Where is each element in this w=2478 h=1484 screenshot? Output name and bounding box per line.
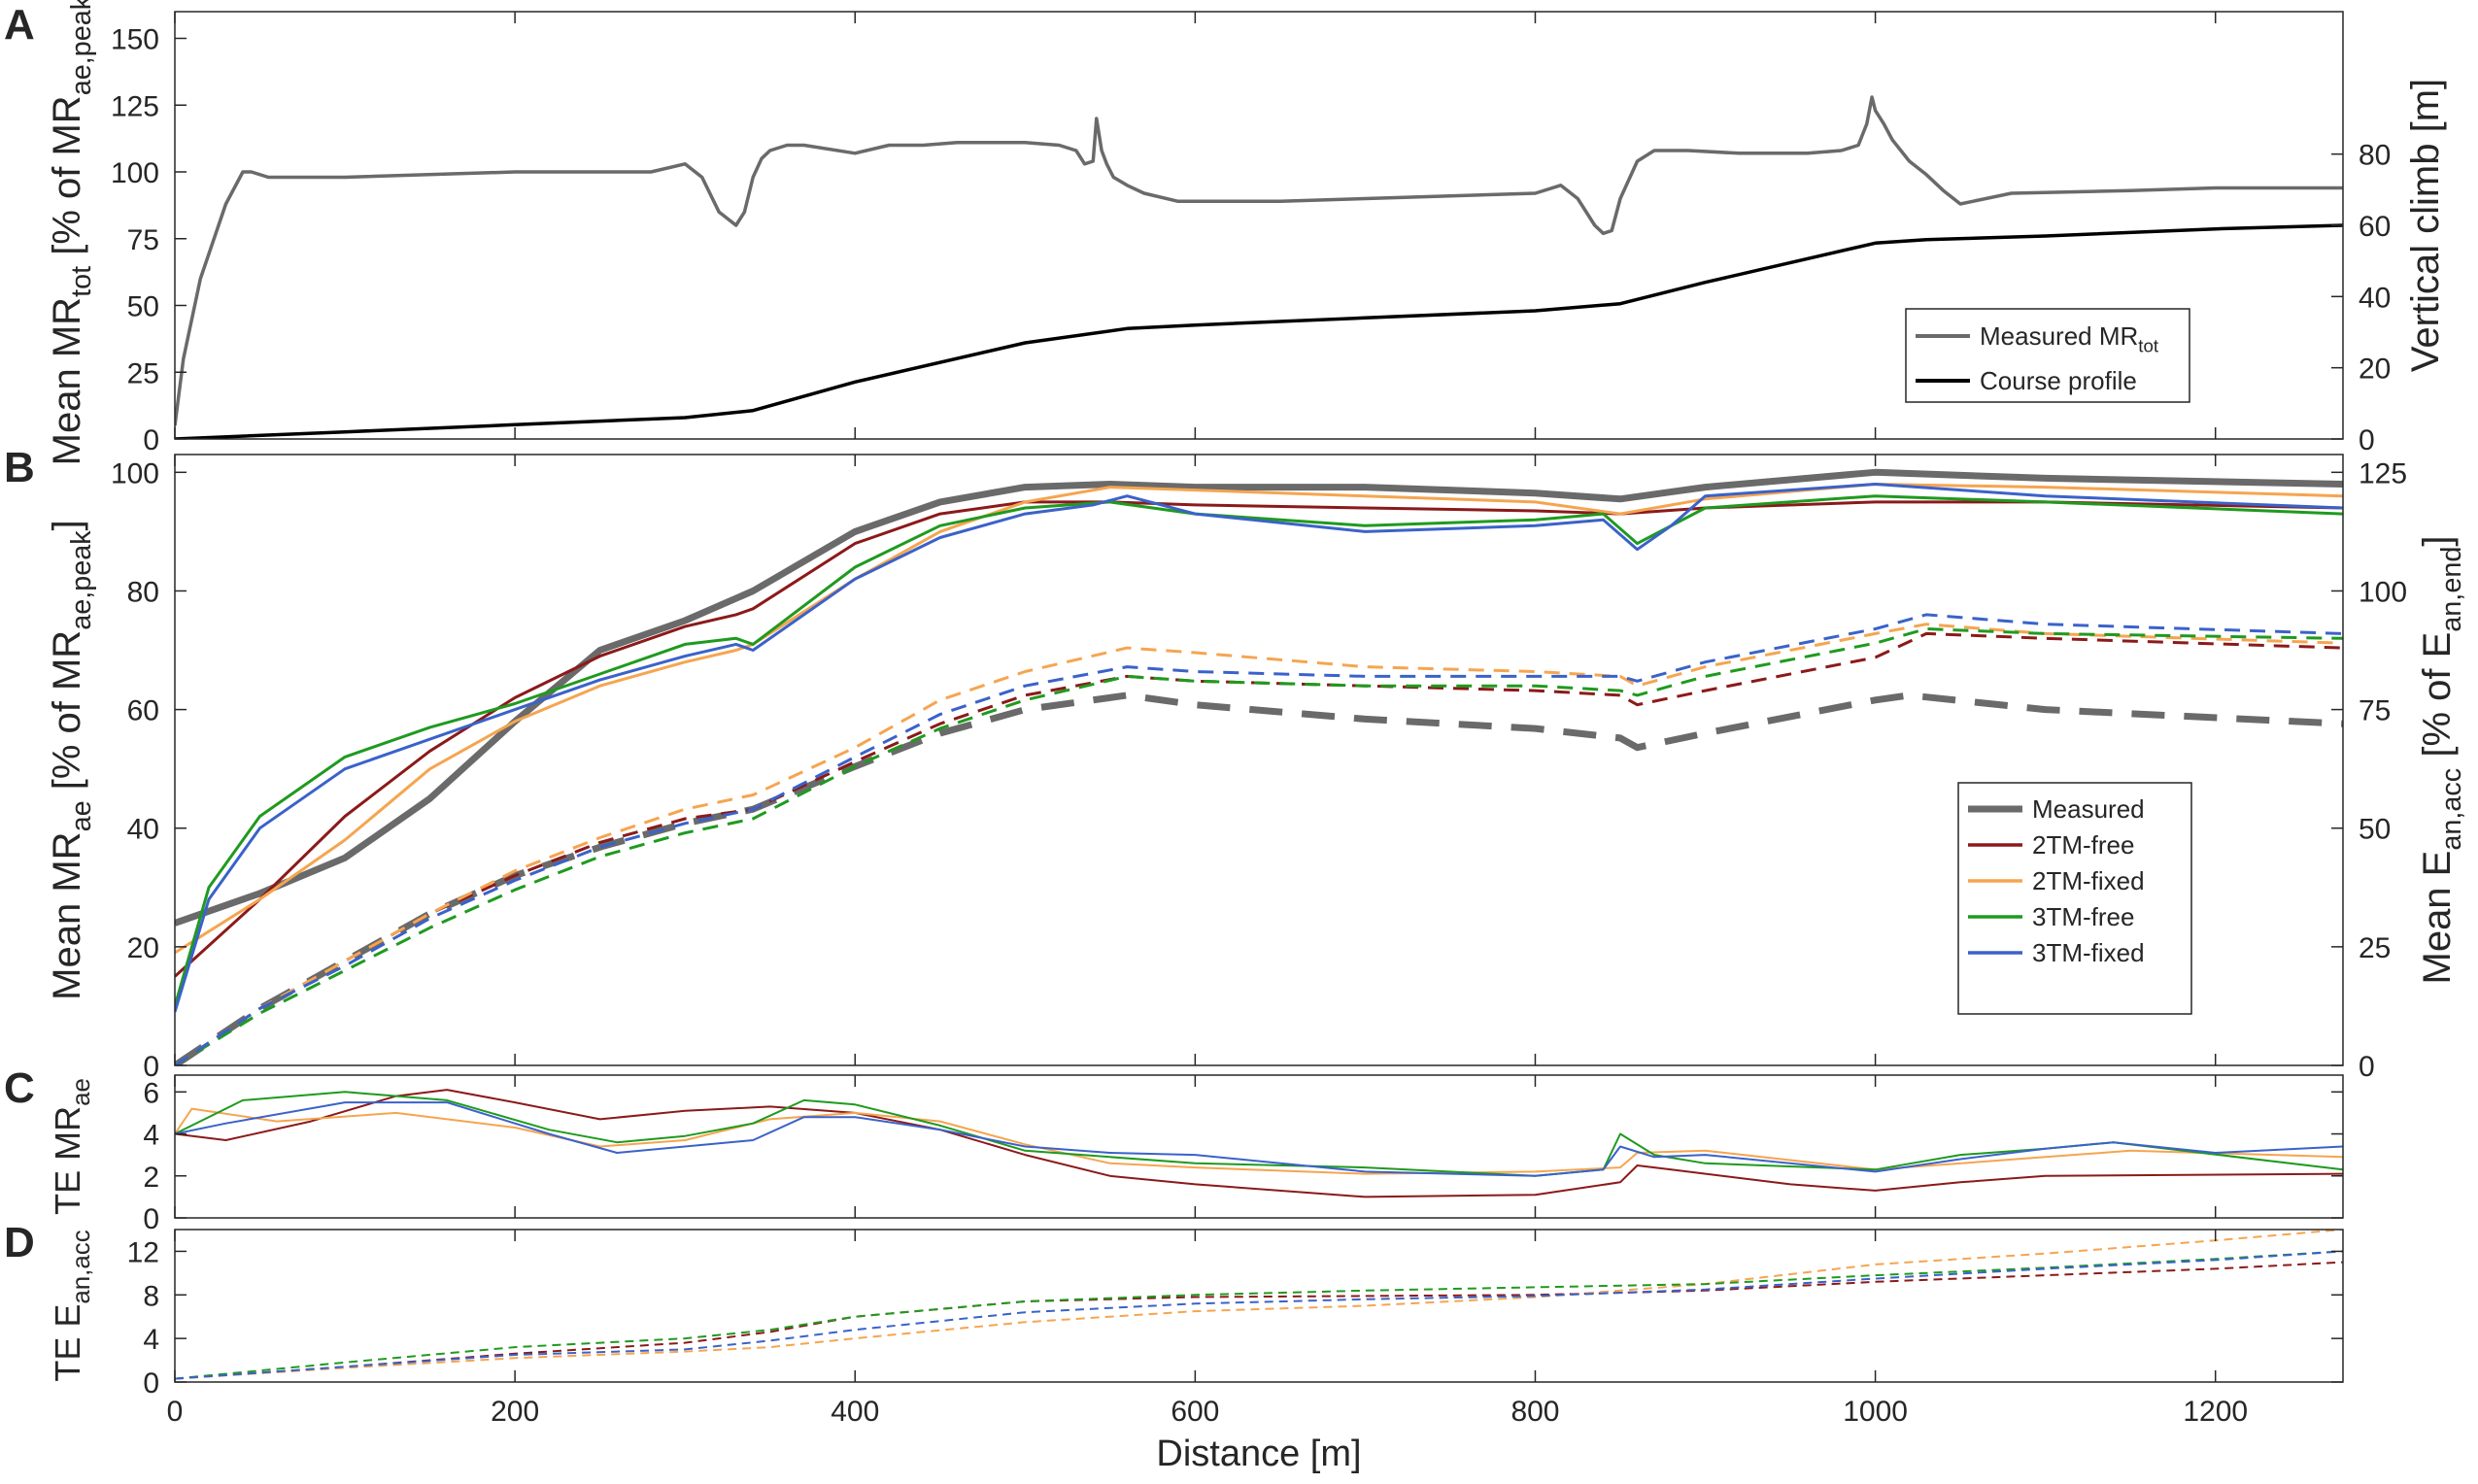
xtick-label: 800 xyxy=(1511,1396,1559,1428)
ytick-label: 0 xyxy=(143,1367,159,1400)
y-axis-label-left: TE MRae xyxy=(48,1078,95,1215)
ytick-label: 4 xyxy=(143,1324,159,1356)
ytick-label: 6 xyxy=(143,1077,159,1109)
ytick-label-right: 80 xyxy=(2359,140,2391,172)
y-axis-label-left: Mean MRae [% of MRae,peak] xyxy=(46,520,97,1000)
y-axis-label-left: Mean MRtot [% of MRae,peak] xyxy=(46,0,97,465)
series-group xyxy=(175,1089,2343,1198)
ytick-label: 50 xyxy=(127,291,159,323)
ytick-label: 8 xyxy=(143,1280,159,1312)
y-axis-label-right: Mean Ean,acc [% of Ean,end] xyxy=(2416,536,2467,985)
legend-entry: 2TM-fixed xyxy=(2032,866,2145,895)
ytick-label: 0 xyxy=(143,1203,159,1235)
ytick-label: 100 xyxy=(111,457,159,489)
xtick-label: 1200 xyxy=(2183,1396,2248,1428)
ytick-label: 12 xyxy=(127,1236,159,1268)
ytick-label: 75 xyxy=(127,224,159,256)
legend-entry: Course profile xyxy=(1980,366,2137,395)
legend-entry: 2TM-free xyxy=(2032,830,2134,860)
xtick-label: 600 xyxy=(1171,1396,1219,1428)
panel-B: 0204060801000255075100125BMean MRae [% o… xyxy=(4,444,2467,1083)
legend-entry: 3TM-free xyxy=(2032,902,2134,931)
ytick-label-right: 50 xyxy=(2359,814,2391,846)
axes-frame xyxy=(174,1074,2344,1219)
xtick-label: 0 xyxy=(167,1396,184,1428)
series-line-C-0 xyxy=(175,1089,2343,1198)
ytick-label-right: 40 xyxy=(2359,282,2391,314)
panel-D: 0 4 8 12 0 200 400 600 800 1000 1200 Distance [m] DT… xyxy=(4,1219,2344,1474)
panel-label-C: C xyxy=(4,1064,35,1112)
ytick-label: 4 xyxy=(143,1120,159,1152)
ytick-label: 60 xyxy=(127,695,159,727)
series-group xyxy=(175,1230,2343,1380)
ytick-label: 125 xyxy=(111,90,159,122)
panel-A: 0 25 50 75 100 125 150 0 20 40 60 80 AMean MRtot [% … xyxy=(4,0,2447,465)
legend-entry: 3TM-fixed xyxy=(2032,938,2145,967)
panel-label-A: A xyxy=(4,1,35,49)
ytick-label: 80 xyxy=(127,576,159,608)
ytick-label-right: 0 xyxy=(2359,1051,2375,1083)
ytick-label-right: 20 xyxy=(2359,354,2391,386)
ytick-label: 20 xyxy=(127,932,159,964)
xtick-label: 1000 xyxy=(1843,1396,1908,1428)
panel-C: 0 2 4 6 C TE MRae xyxy=(4,1064,2344,1235)
ytick-label: 150 xyxy=(111,24,159,56)
panel-label-D: D xyxy=(4,1219,35,1266)
series-line-C-2 xyxy=(175,1091,2343,1177)
legend-panel-B: Measured 2TM-free 2TM-fixed 3TM-free 3TM-fix… xyxy=(1957,782,2192,1015)
ytick-label: 25 xyxy=(127,357,159,389)
xtick-label: 200 xyxy=(491,1396,539,1428)
series-line-D-0 xyxy=(175,1261,2343,1380)
ytick-label: 40 xyxy=(127,814,159,846)
ytick-label: 0 xyxy=(143,424,159,456)
legend-panel-A: Measured MRtotCourse profile xyxy=(1905,308,2190,403)
ytick-label-right: 60 xyxy=(2359,211,2391,243)
ytick-label-right: 0 xyxy=(2359,424,2375,456)
xtick-label: 400 xyxy=(831,1396,879,1428)
x-axis-label: Distance [m] xyxy=(1156,1433,1361,1474)
ytick-label-right: 100 xyxy=(2359,576,2407,608)
ytick-label-right: 75 xyxy=(2359,695,2391,727)
ytick-label: 100 xyxy=(111,157,159,189)
ytick-label-right: 125 xyxy=(2359,457,2407,489)
y-axis-label-right: Vertical climb [m] xyxy=(2404,79,2447,372)
ytick-label-right: 25 xyxy=(2359,932,2391,964)
figure: 0255075100125150020406080AMean MRtot [% … xyxy=(4,0,2467,1474)
y-axis-label-left: TE Ean,acc xyxy=(48,1230,95,1381)
panel-label-B: B xyxy=(4,444,35,491)
ytick-label: 2 xyxy=(143,1162,159,1194)
legend-entry: Measured xyxy=(2032,794,2145,824)
